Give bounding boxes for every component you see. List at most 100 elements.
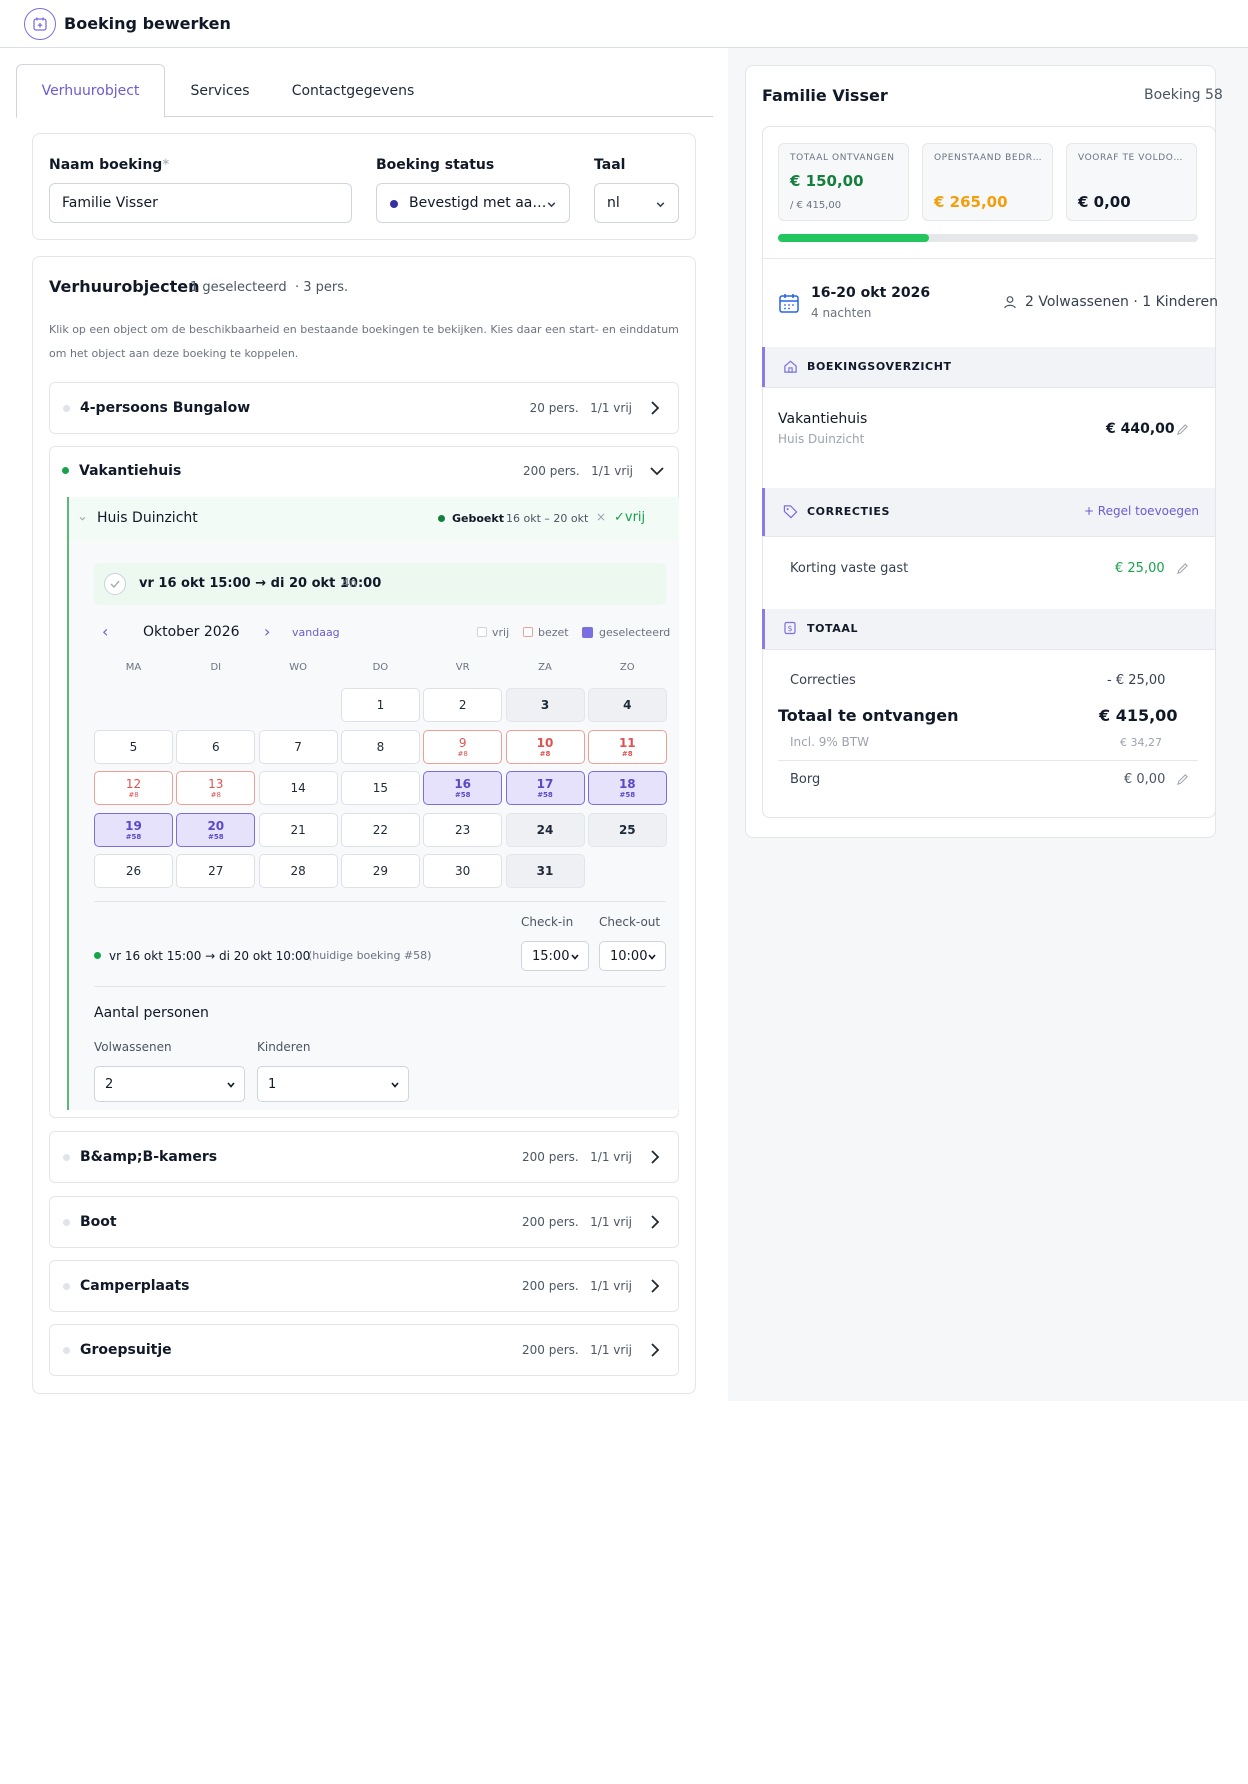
total-section-header: $ TOTAAL bbox=[762, 609, 1215, 649]
calendar-day[interactable]: 15 bbox=[340, 771, 420, 805]
name-label: Naam boeking* bbox=[49, 157, 170, 173]
calendar-day[interactable]: 7 bbox=[258, 729, 338, 764]
calendar-day[interactable]: 16 #58 bbox=[423, 771, 503, 805]
object-row-groepsuitje[interactable]: Groepsuitje 200 pers. 1/1 vrij bbox=[49, 1324, 679, 1376]
object-meta: 200 pers. 1/1 vrij bbox=[521, 1150, 632, 1164]
tab-services[interactable]: Services bbox=[166, 64, 274, 117]
objects-help-text: Klik op een object om de beschikbaarheid… bbox=[49, 323, 679, 360]
calendar-day[interactable]: 25 bbox=[587, 812, 667, 847]
object-row-bungalow[interactable]: 4-persoons Bungalow 20 pers. 1/1 vrij bbox=[49, 382, 679, 434]
calendar-day[interactable]: 14 bbox=[258, 771, 338, 805]
adults-select[interactable]: 2 bbox=[94, 1066, 245, 1102]
calendar-day[interactable]: 30 bbox=[423, 854, 503, 888]
calendar-day-number: 29 bbox=[372, 864, 389, 878]
calendar-day[interactable]: 19 #58 bbox=[94, 812, 173, 847]
calendar-day[interactable]: 29 bbox=[340, 854, 420, 888]
calendar-day[interactable]: 5 bbox=[94, 729, 173, 764]
tab-contactgegevens[interactable]: Contactgegevens bbox=[278, 64, 428, 117]
chevron-right-icon bbox=[651, 1279, 660, 1293]
calendar-day[interactable]: 17 #58 bbox=[505, 771, 585, 805]
weekday-header: ZO bbox=[619, 662, 635, 673]
chevron-down-icon bbox=[79, 517, 86, 521]
calendar-day[interactable]: 23 bbox=[423, 812, 503, 847]
calendar-day-number: 22 bbox=[372, 822, 389, 837]
calendar-day-booking: #8 bbox=[128, 791, 139, 799]
calendar-day-number: 12 bbox=[125, 777, 142, 791]
calendar-day[interactable]: 4 bbox=[587, 688, 667, 722]
calendar-day-number: 31 bbox=[536, 864, 554, 878]
total-corrections-label: Correcties bbox=[790, 673, 856, 688]
calendar-day-number: 4 bbox=[623, 698, 632, 712]
language-label: Taal bbox=[594, 157, 626, 173]
object-meta: 200 pers. 1/1 vrij bbox=[521, 1279, 632, 1293]
calendar-day-number: 3 bbox=[540, 698, 550, 712]
unit-header[interactable]: Huis Duinzicht Geboekt 16 okt – 20 okt ×… bbox=[69, 497, 679, 541]
calendar-day[interactable]: 20 #58 bbox=[176, 812, 256, 847]
checkin-note: (huidige boeking #58) bbox=[308, 949, 432, 962]
divider bbox=[94, 986, 666, 987]
calendar-day[interactable]: 3 bbox=[505, 688, 585, 722]
object-meta: 200 pers. 1/1 vrij bbox=[522, 464, 633, 478]
calendar-day[interactable]: 27 bbox=[176, 854, 256, 888]
booking-nights: 4 nachten bbox=[811, 306, 872, 320]
selection-banner: vr 16 okt 15:00 → di 20 okt 10:00 4n bbox=[94, 563, 666, 605]
checkin-select[interactable]: 15:00 bbox=[521, 941, 589, 971]
calendar-day[interactable]: 24 bbox=[505, 812, 585, 847]
correction-item-price: € 25,00 bbox=[1115, 561, 1165, 576]
object-row-camperplaats[interactable]: Camperplaats 200 pers. 1/1 vrij bbox=[49, 1260, 679, 1312]
kids-select[interactable]: 1 bbox=[257, 1066, 409, 1102]
divider bbox=[762, 258, 1216, 259]
calendar-day[interactable]: 9 #8 bbox=[423, 729, 503, 764]
calendar-day[interactable]: 11 #8 bbox=[587, 729, 667, 764]
status-dot bbox=[63, 405, 70, 412]
checkout-value: 10:00 bbox=[610, 948, 648, 964]
next-month-button[interactable]: › bbox=[264, 622, 270, 641]
pencil-icon[interactable] bbox=[1176, 562, 1189, 575]
object-row-vakantiehuis[interactable]: Vakantiehuis 200 pers. 1/1 vrij bbox=[49, 446, 679, 496]
overview-section-header: BOEKINGSOVERZICHT bbox=[762, 347, 1215, 387]
kids-label: Kinderen bbox=[257, 1040, 311, 1054]
stat-prepay: VOORAF TE VOLDO… € 0,00 bbox=[1066, 143, 1197, 221]
calendar-day-booking: #58 bbox=[537, 791, 553, 799]
calendar-day[interactable]: 22 bbox=[340, 812, 420, 847]
calendar-edit-icon bbox=[24, 8, 56, 40]
calendar-day[interactable]: 6 bbox=[176, 729, 256, 764]
checkout-select[interactable]: 10:00 bbox=[599, 941, 666, 971]
calendar-day[interactable]: 2 bbox=[423, 688, 503, 722]
object-row-bnb[interactable]: B&amp;B-kamers 200 pers. 1/1 vrij bbox=[49, 1131, 679, 1183]
object-name: Camperplaats bbox=[80, 1278, 190, 1294]
add-correction-button[interactable]: + Regel toevoegen bbox=[1084, 504, 1199, 518]
calendar-day[interactable]: 18 #58 bbox=[587, 771, 667, 805]
calendar-day[interactable]: 31 bbox=[505, 854, 585, 888]
pencil-icon[interactable] bbox=[1176, 773, 1189, 786]
remove-button[interactable]: × bbox=[596, 510, 606, 524]
object-row-boot[interactable]: Boot 200 pers. 1/1 vrij bbox=[49, 1196, 679, 1248]
weekday-header: ZA bbox=[538, 662, 552, 673]
calendar-day-number: 16 bbox=[454, 777, 472, 791]
total-value: € 415,00 bbox=[1099, 706, 1178, 725]
total-corrections-value: - € 25,00 bbox=[1107, 673, 1166, 688]
language-select[interactable]: nl bbox=[594, 183, 679, 223]
calendar-day[interactable]: 8 bbox=[340, 729, 420, 764]
payment-progress-bar bbox=[778, 234, 1198, 242]
calendar-day[interactable]: 10 #8 bbox=[505, 729, 585, 764]
status-select[interactable]: Bevestigd met aa… bbox=[376, 183, 570, 223]
booking-name-input[interactable]: Familie Visser bbox=[49, 183, 352, 223]
calendar-day[interactable]: 28 bbox=[258, 854, 338, 888]
stat-outstanding: OPENSTAAND BEDR… € 265,00 bbox=[922, 143, 1053, 221]
chevron-right-icon bbox=[651, 1343, 660, 1357]
calendar-day[interactable]: 1 bbox=[340, 688, 420, 722]
prev-month-button[interactable]: ‹ bbox=[102, 622, 108, 641]
calendar-day[interactable]: 12 #8 bbox=[94, 771, 173, 805]
legend-selected-swatch bbox=[582, 627, 593, 638]
calendar-day[interactable]: 26 bbox=[94, 854, 173, 888]
pencil-icon[interactable] bbox=[1176, 423, 1189, 436]
status-label: Boeking status bbox=[376, 157, 495, 173]
weekday-header: DO bbox=[372, 662, 389, 673]
calendar-day[interactable]: 21 bbox=[258, 812, 338, 847]
calendar-day[interactable]: 13 #8 bbox=[176, 771, 256, 805]
calendar-day-number: 2 bbox=[458, 698, 467, 712]
today-button[interactable]: vandaag bbox=[292, 626, 340, 639]
tab-verhuurobject[interactable]: Verhuurobject bbox=[16, 64, 165, 118]
calendar-day-number: 15 bbox=[372, 781, 389, 795]
